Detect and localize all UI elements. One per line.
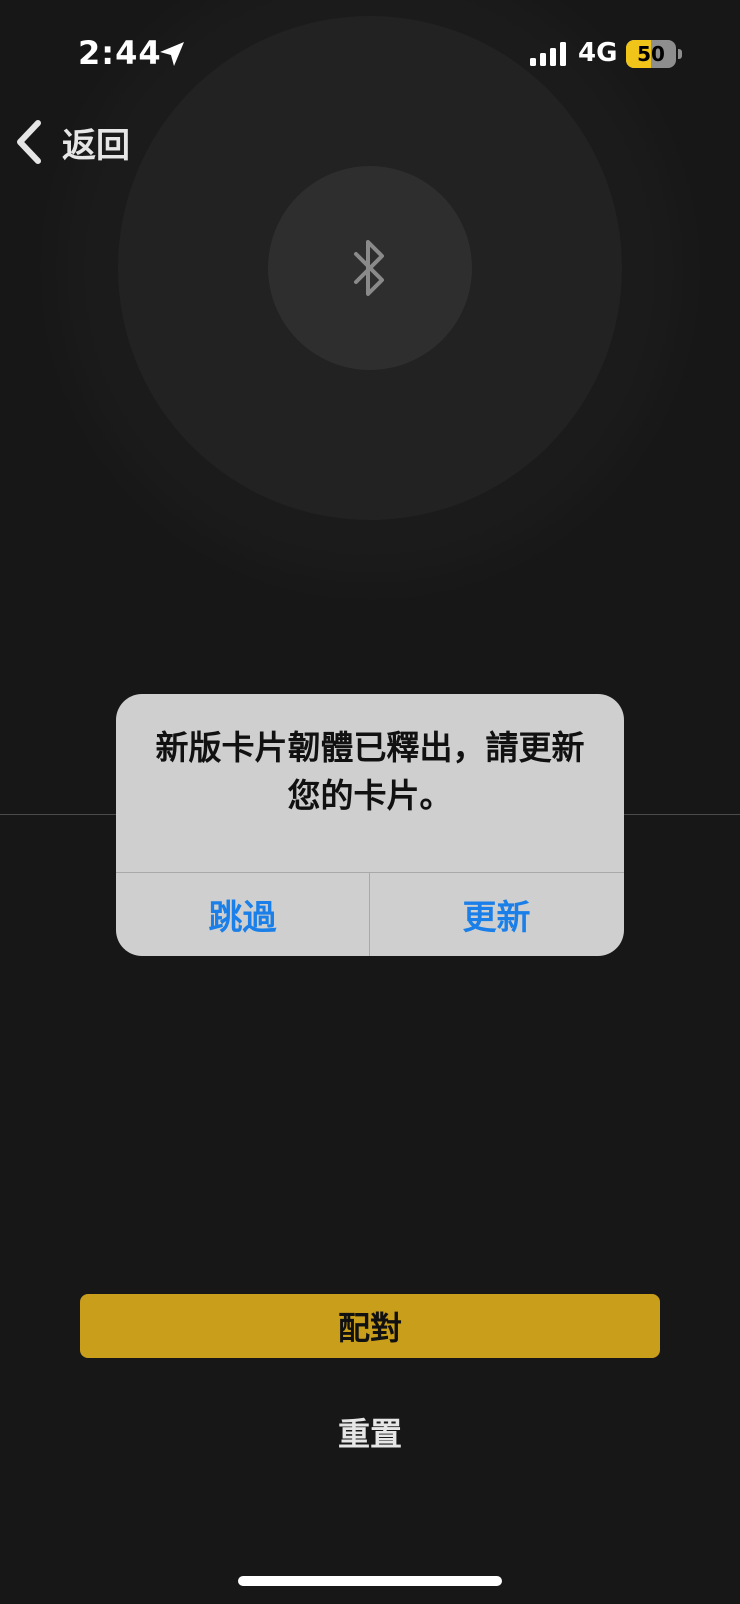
network-type: 4G — [578, 38, 618, 68]
battery-cap — [678, 49, 682, 59]
firmware-update-alert: 新版卡片韌體已釋出，請更新您的卡片。 跳過 更新 — [116, 694, 624, 956]
battery-level: 50 — [637, 42, 665, 66]
home-indicator[interactable] — [238, 1576, 502, 1586]
chevron-left-icon — [17, 120, 41, 164]
update-button[interactable]: 更新 — [370, 873, 623, 956]
bluetooth-icon — [354, 240, 384, 296]
reset-button[interactable]: 重置 — [280, 1400, 460, 1464]
cellular-signal-icon — [530, 42, 566, 66]
battery-icon: 50 — [626, 40, 676, 68]
back-label: 返回 — [62, 125, 130, 166]
skip-button[interactable]: 跳過 — [116, 873, 369, 956]
location-arrow-icon — [160, 42, 184, 66]
status-time: 2:44 — [78, 34, 162, 72]
back-button[interactable]: 返回 — [14, 112, 130, 172]
pairing-screen: 2:44 4G 50 返回 新版卡片韌體已釋出，請更新您的卡片。 跳過 更新 配… — [0, 0, 740, 1604]
alert-message: 新版卡片韌體已釋出，請更新您的卡片。 — [155, 728, 585, 815]
pair-button[interactable]: 配對 — [80, 1294, 660, 1358]
